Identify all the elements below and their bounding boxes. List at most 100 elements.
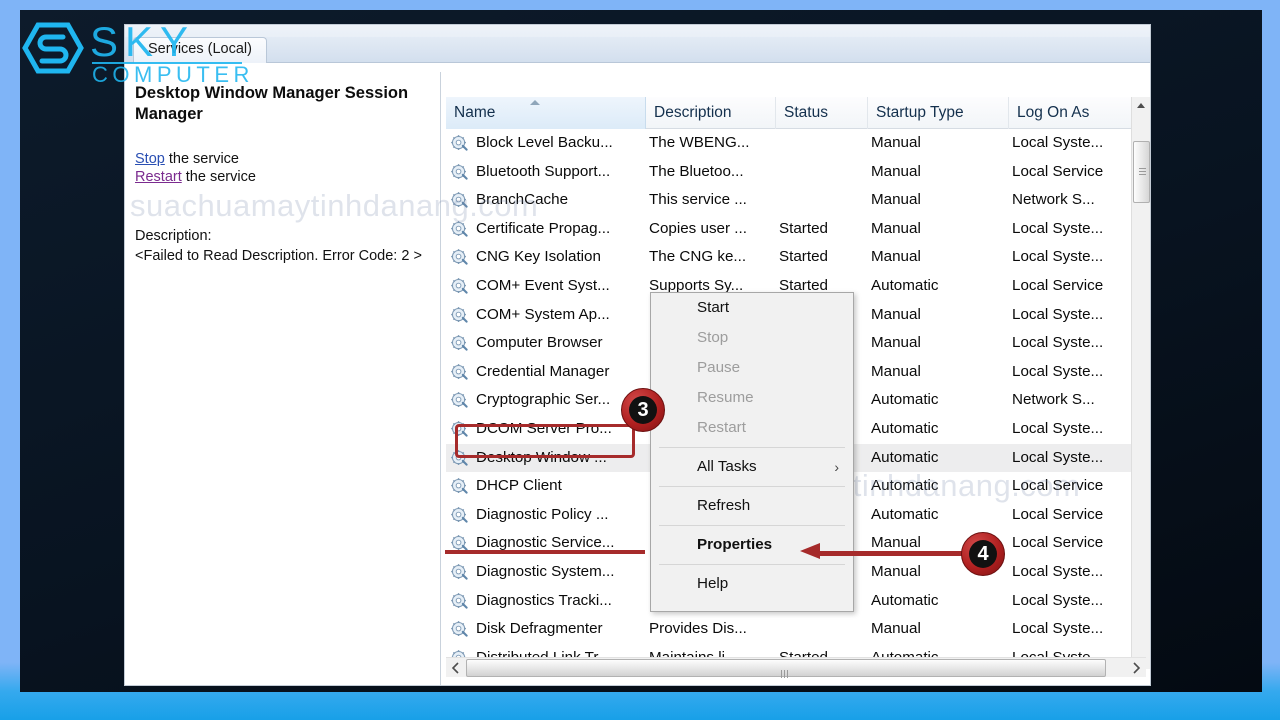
service-log-on-as: Local Syste... xyxy=(1012,420,1104,437)
step3-badge: 3 xyxy=(621,388,665,432)
service-startup-type: Automatic xyxy=(871,505,939,523)
table-row[interactable]: Disk Defragmenter Provides Dis... Manual Lo… xyxy=(446,615,1131,644)
service-name: Block Level Backu... xyxy=(476,134,613,151)
service-name: Certificate Propag... xyxy=(476,219,611,237)
service-log-on-as: Local Syste... xyxy=(1012,620,1104,638)
service-log-on-as: Local Syste... xyxy=(1012,219,1104,237)
service-name: BranchCache xyxy=(476,191,569,209)
step4-arrow xyxy=(800,543,966,559)
description-label: Description: xyxy=(135,228,212,245)
column-header-status[interactable]: Status xyxy=(776,97,868,129)
submenu-chevron-icon: › xyxy=(834,459,839,475)
logo-text-bottom: COMPUTER xyxy=(92,62,254,87)
service-gear-icon xyxy=(451,592,468,609)
service-description: The CNG ke... xyxy=(649,248,747,266)
service-name: DHCP Client xyxy=(476,477,562,495)
service-gear-icon xyxy=(451,478,468,494)
service-startup-type: Manual xyxy=(871,162,921,180)
service-log-on-as: Local Syste... xyxy=(1012,305,1104,323)
service-name: Diagnostics Tracki... xyxy=(476,591,612,609)
service-gear-icon xyxy=(451,564,468,580)
service-description: This service ... xyxy=(649,191,747,209)
table-row[interactable]: Certificate Propag... Copies user ... Star… xyxy=(446,215,1131,244)
menu-separator xyxy=(659,486,845,487)
horizontal-scrollbar[interactable] xyxy=(446,657,1146,678)
column-header-name[interactable]: Name xyxy=(446,97,646,129)
step4-badge: 4 xyxy=(961,532,1005,576)
selected-service-title: Desktop Window Manager Session Manager xyxy=(135,84,409,124)
arrow-head-icon xyxy=(800,543,820,559)
service-gear-icon xyxy=(451,278,468,294)
service-startup-type: Manual xyxy=(871,620,921,638)
scroll-up-button[interactable] xyxy=(1132,97,1150,115)
menu-item-label: Stop xyxy=(697,329,729,346)
chevron-left-icon xyxy=(451,662,459,674)
menu-item-label: Pause xyxy=(697,359,741,376)
service-gear-icon xyxy=(451,392,468,409)
service-gear-icon xyxy=(451,621,468,637)
service-log-on-as: Local Syste... xyxy=(1012,334,1104,352)
scroll-left-button[interactable] xyxy=(447,659,465,677)
table-row[interactable]: Bluetooth Support... The Bluetoo... Manual… xyxy=(446,158,1131,187)
service-startup-type: Manual xyxy=(871,334,921,352)
column-header-log-on-as[interactable]: Log On As xyxy=(1009,97,1146,129)
service-detail-pane: Desktop Window Manager Session Manager S… xyxy=(125,63,438,685)
service-gear-icon xyxy=(451,335,468,351)
service-startup-type: Automatic xyxy=(871,391,939,409)
column-header-description[interactable]: Description xyxy=(646,97,776,129)
service-name: Diagnostic Policy ... xyxy=(476,505,609,523)
service-startup-type: Automatic xyxy=(871,420,939,437)
service-status: Started xyxy=(779,219,828,237)
service-log-on-as: Local Service xyxy=(1012,162,1104,180)
chevron-right-icon xyxy=(1133,662,1141,674)
table-row[interactable]: BranchCache This service ... Manual Network… xyxy=(446,186,1131,215)
service-gear-icon xyxy=(451,163,468,180)
service-name: Bluetooth Support... xyxy=(476,162,611,180)
column-header-startup-type[interactable]: Startup Type xyxy=(868,97,1009,129)
service-log-on-as: Local Service xyxy=(1012,505,1104,523)
table-row[interactable]: CNG Key Isolation The CNG ke... Started Man… xyxy=(446,243,1131,272)
service-startup-type: Manual xyxy=(871,248,921,266)
step4-badge-label: 4 xyxy=(969,540,997,568)
menu-item-refresh[interactable]: Refresh xyxy=(651,491,853,521)
service-gear-icon xyxy=(451,363,468,380)
service-log-on-as: Local Syste... xyxy=(1012,563,1104,580)
sky-hexagon-logo-icon xyxy=(22,22,84,74)
service-action-links: Stop the service Restart the service xyxy=(135,151,422,185)
service-log-on-as: Local Syste... xyxy=(1012,248,1104,266)
service-startup-type: Manual xyxy=(871,134,921,151)
service-status xyxy=(779,186,851,215)
service-status xyxy=(779,129,851,158)
vertical-scrollbar-thumb[interactable] xyxy=(1133,141,1150,203)
menu-item-start[interactable]: Start xyxy=(651,293,853,323)
service-startup-type: Manual xyxy=(871,219,921,237)
menu-item-resume: Resume xyxy=(651,383,853,413)
table-row[interactable]: Block Level Backu... The WBENG... Manual Lo… xyxy=(446,129,1131,158)
scroll-right-button[interactable] xyxy=(1127,659,1145,677)
restart-service-line: Restart the service xyxy=(135,169,422,185)
service-startup-type: Manual xyxy=(871,362,921,380)
service-description: Provides Dis... xyxy=(649,620,747,638)
service-description: The WBENG... xyxy=(649,134,750,151)
service-status: Started xyxy=(779,248,828,266)
arrow-shaft xyxy=(818,551,966,556)
menu-item-all-tasks[interactable]: All Tasks › xyxy=(651,452,853,482)
menu-item-label: Refresh xyxy=(697,497,751,514)
restart-service-suffix: the service xyxy=(181,169,256,186)
service-name: Computer Browser xyxy=(476,334,603,352)
stop-service-link[interactable]: Stop xyxy=(135,151,165,167)
sky-computer-logo: SKY COMPUTER xyxy=(18,12,249,88)
service-gear-icon xyxy=(451,249,468,266)
service-log-on-as: Local Syste... xyxy=(1012,134,1104,151)
service-log-on-as: Local Service xyxy=(1012,477,1104,495)
restart-service-link[interactable]: Restart xyxy=(135,169,182,185)
menu-item-help[interactable]: Help xyxy=(651,569,853,599)
services-table-header: Name Description Status Startup Type Log On … xyxy=(446,97,1146,129)
menu-separator xyxy=(659,525,845,526)
vertical-scrollbar[interactable] xyxy=(1131,97,1150,669)
menu-item-label: All Tasks xyxy=(697,458,757,475)
horizontal-scrollbar-thumb[interactable] xyxy=(466,659,1106,678)
tab-strip: Services (Local) xyxy=(125,37,1150,63)
service-name: COM+ Event Syst... xyxy=(476,277,610,294)
menu-separator xyxy=(659,447,845,448)
